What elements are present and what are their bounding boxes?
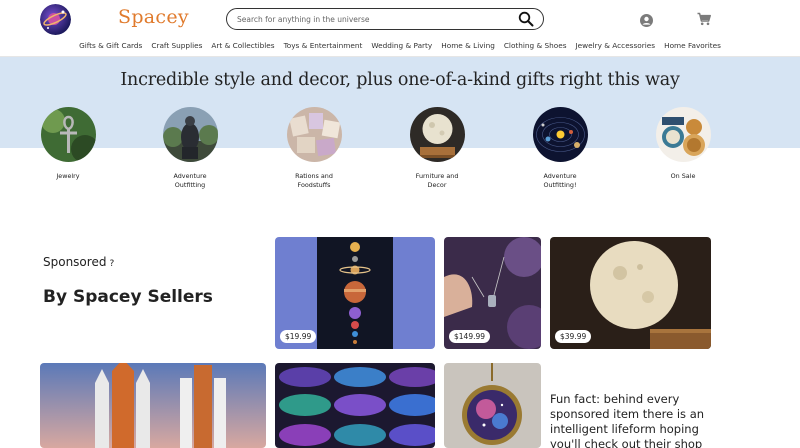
product-image-pendant xyxy=(444,363,541,448)
product-image-macarons xyxy=(275,363,435,448)
search-icon[interactable] xyxy=(518,11,534,27)
site-header: Spacey Gifts & Gift Cards Craft Supplies… xyxy=(0,0,800,57)
category-on-sale-image xyxy=(655,107,711,162)
sponsored-label: Sponsored? xyxy=(43,255,114,269)
nav-item-home-living[interactable]: Home & Living xyxy=(441,41,495,55)
category-nav: Gifts & Gift Cards Craft Supplies Art & … xyxy=(0,41,800,55)
category-jewelry[interactable]: Jewelry xyxy=(18,107,118,181)
nav-item-wedding[interactable]: Wedding & Party xyxy=(371,41,432,55)
product-card[interactable] xyxy=(444,363,541,448)
price-badge: $149.99 xyxy=(449,330,491,343)
product-image-shuttle xyxy=(40,363,266,448)
sponsored-text: Sponsored xyxy=(43,255,107,269)
nav-item-art[interactable]: Art & Collectibles xyxy=(211,41,274,55)
fun-fact-text: Fun fact: behind every sponsored item th… xyxy=(550,392,705,448)
product-card[interactable] xyxy=(40,363,266,448)
category-rations[interactable]: Rations and Foodstuffs xyxy=(264,107,364,190)
category-jewelry-image xyxy=(40,107,96,162)
nav-item-jewelry[interactable]: Jewelry & Accessories xyxy=(576,41,656,55)
hero-title: Incredible style and decor, plus one-of-… xyxy=(120,70,680,90)
logo-icon[interactable] xyxy=(40,4,71,35)
category-on-sale[interactable]: On Sale xyxy=(633,107,733,181)
category-adventure-outfitting-2-image xyxy=(532,107,588,162)
nav-item-toys[interactable]: Toys & Entertainment xyxy=(284,41,363,55)
category-label: Adventure Outfitting! xyxy=(543,172,577,189)
category-label: Adventure Outfitting xyxy=(173,172,207,189)
nav-item-home-favorites[interactable]: Home Favorites xyxy=(664,41,721,55)
help-icon[interactable]: ? xyxy=(109,259,114,269)
search-bar xyxy=(226,8,544,30)
nav-item-craft-supplies[interactable]: Craft Supplies xyxy=(151,41,202,55)
nav-item-clothing[interactable]: Clothing & Shoes xyxy=(504,41,567,55)
category-rations-image xyxy=(286,107,342,162)
category-label: Jewelry xyxy=(56,172,80,180)
category-label: Furniture and Decor xyxy=(415,172,459,189)
product-card[interactable]: $149.99 xyxy=(444,237,541,349)
category-label: Rations and Foodstuffs xyxy=(295,172,333,189)
account-icon[interactable] xyxy=(640,12,653,27)
brand-name[interactable]: Spacey xyxy=(118,6,189,28)
sponsored-title: By Spacey Sellers xyxy=(43,287,213,307)
price-badge: $19.99 xyxy=(280,330,317,343)
search-input[interactable] xyxy=(237,12,507,26)
category-furniture[interactable]: Furniture and Decor xyxy=(387,107,487,190)
product-card[interactable]: $39.99 xyxy=(550,237,711,349)
category-furniture-image xyxy=(409,107,465,162)
price-badge: $39.99 xyxy=(555,330,592,343)
category-adventure-outfitting-2[interactable]: Adventure Outfitting! xyxy=(510,107,610,190)
product-card[interactable]: $19.99 xyxy=(275,237,435,349)
product-card[interactable] xyxy=(275,363,435,448)
cart-icon[interactable] xyxy=(697,11,711,26)
category-adventure-outfitting-image xyxy=(162,107,218,162)
category-adventure-outfitting[interactable]: Adventure Outfitting xyxy=(140,107,240,190)
nav-item-gifts[interactable]: Gifts & Gift Cards xyxy=(79,41,142,55)
category-label: On Sale xyxy=(670,172,696,180)
